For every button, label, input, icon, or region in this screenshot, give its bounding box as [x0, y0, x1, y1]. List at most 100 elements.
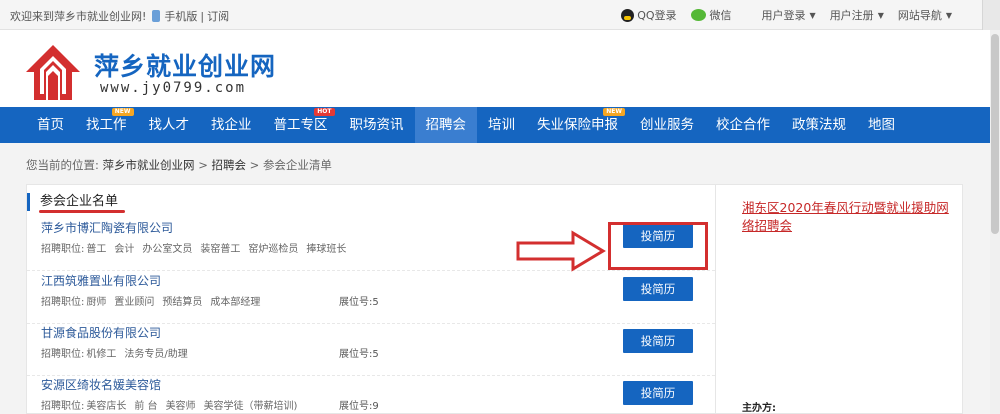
host-label: 主办方: — [742, 403, 776, 414]
positions-prefix: 招聘职位: — [41, 401, 85, 412]
nav-item-10[interactable]: 校企合作 — [705, 107, 781, 143]
nav-item-label: 培训 — [488, 117, 515, 133]
nav-item-3[interactable]: 找企业 — [200, 107, 263, 143]
job-position[interactable]: 法务专员/助理 — [124, 349, 187, 360]
nav-item-12[interactable]: 地图 — [857, 107, 906, 143]
nav-item-1[interactable]: 找工作 NEW — [75, 107, 138, 143]
scrollbar-thumb[interactable] — [991, 34, 999, 234]
nav-item-label: 找企业 — [211, 117, 252, 133]
job-position[interactable]: 置业顾问 — [114, 297, 154, 308]
user-register-label: 用户注册 — [829, 9, 874, 22]
positions-prefix: 招聘职位: — [41, 349, 85, 360]
user-register-dropdown[interactable]: 用户注册 ▼ — [830, 7, 884, 23]
job-position[interactable]: 美容师 — [166, 401, 196, 412]
job-position[interactable]: 办公室文员 — [142, 244, 192, 255]
nav-item-label: 创业服务 — [640, 117, 694, 133]
side-panel: 湘东区2020年春风行动暨就业援助网络招聘会 主办方: — [716, 184, 963, 414]
breadcrumb-prefix: 您当前的位置: — [26, 158, 99, 172]
main-nav: 首页 找工作 NEW 找人才 找企业 普工专区 HOT 职场资讯 招聘会 培训 失业保险申报 NEW 创… — [0, 107, 990, 143]
nav-item-label: 找工作 — [86, 117, 127, 133]
arrow-right-icon — [516, 230, 606, 272]
user-login-dropdown[interactable]: 用户登录 ▼ — [762, 7, 816, 23]
booth-number: 展位号:5 — [339, 297, 379, 308]
page-scrollbar[interactable] — [990, 30, 1000, 414]
top-bar-left: 欢迎来到萍乡市就业创业网! 手机版 | 订阅 — [10, 8, 229, 24]
submit-resume-button[interactable]: 投简历 — [623, 381, 693, 405]
job-positions: 招聘职位: 厨师 置业顾问 预结算员 成本部经理 — [41, 293, 268, 308]
booth-number: 展位号:9 — [339, 401, 379, 412]
job-position[interactable]: 成本部经理 — [210, 297, 260, 308]
breadcrumb-home[interactable]: 萍乡市就业创业网 — [103, 158, 195, 172]
highlight-box-annotation — [608, 222, 708, 270]
company-name-link[interactable]: 安源区绮妆名媛美容馆 — [41, 376, 161, 393]
nav-item-label: 首页 — [37, 117, 64, 133]
top-bar-right: QQ登录 微信 用户登录 ▼ 用户注册 ▼ 网站导航 ▼ — [621, 0, 1000, 30]
wechat-icon — [690, 9, 706, 21]
qq-icon — [621, 8, 635, 22]
job-position[interactable]: 美容学徒（带薪培训) — [204, 401, 298, 412]
job-positions: 招聘职位: 普工 会计 办公室文员 装窑普工 窑炉巡检员 捧球班长 — [41, 240, 354, 255]
scrollbar-top-stub — [982, 0, 1000, 30]
welcome-text: 欢迎来到萍乡市就业创业网! — [10, 10, 147, 23]
breadcrumb-jobfair[interactable]: 招聘会 — [211, 158, 246, 172]
nav-item-8[interactable]: 失业保险申报 NEW — [526, 107, 629, 143]
job-position[interactable]: 厨师 — [86, 297, 106, 308]
positions-prefix: 招聘职位: — [41, 297, 85, 308]
job-position[interactable]: 机修工 — [86, 349, 116, 360]
top-bar: 欢迎来到萍乡市就业创业网! 手机版 | 订阅 QQ登录 微信 用户登录 ▼ 用户… — [0, 0, 1000, 30]
nav-item-4[interactable]: 普工专区 HOT — [263, 107, 339, 143]
nav-item-5[interactable]: 职场资讯 — [339, 107, 415, 143]
site-name[interactable]: 萍乡就业创业网 — [94, 47, 276, 83]
qq-login-link[interactable]: QQ登录 — [621, 7, 677, 23]
company-row: 安源区绮妆名媛美容馆招聘职位: 美容店长前 台美容师 美容学徒（带薪培训) 展位号:9… — [27, 376, 715, 414]
nav-item-label: 找人才 — [148, 117, 190, 133]
job-position[interactable]: 美容店长 — [86, 401, 126, 412]
site-nav-label: 网站导航 — [897, 9, 942, 22]
nav-item-label: 政策法规 — [792, 117, 846, 133]
submit-resume-button[interactable]: 投简历 — [623, 277, 693, 301]
new-badge: NEW — [111, 108, 134, 116]
submit-resume-button[interactable]: 投简历 — [623, 329, 693, 353]
company-list-panel: 参会企业名单 萍乡市博汇陶瓷有限公司 招聘职位: 普工 会计 办公室文员 装窑普工 窑炉巡检… — [26, 184, 716, 414]
nav-item-label: 地图 — [868, 117, 895, 133]
mobile-link[interactable]: 手机版 — [164, 8, 197, 24]
job-position[interactable]: 窑炉巡检员 — [248, 244, 298, 255]
nav-item-2[interactable]: 找人才 — [138, 107, 201, 143]
hot-badge: HOT — [314, 108, 335, 116]
subscribe-link[interactable]: 订阅 — [207, 8, 229, 24]
company-name-link[interactable]: 江西筑雅置业有限公司 — [41, 272, 161, 289]
positions-prefix: 招聘职位: — [41, 244, 85, 255]
job-position[interactable]: 普工 — [86, 244, 106, 255]
wechat-link[interactable]: 微信 — [690, 7, 732, 23]
chevron-down-icon: ▼ — [945, 10, 952, 20]
job-position[interactable]: 前 台 — [134, 401, 157, 412]
job-position[interactable]: 捧球班长 — [306, 244, 346, 255]
site-logo-icon[interactable] — [22, 42, 84, 104]
nav-item-label: 招聘会 — [425, 117, 467, 133]
nav-item-7[interactable]: 培训 — [477, 107, 526, 143]
job-position[interactable]: 预结算员 — [162, 297, 202, 308]
nav-item-label: 普工专区 — [273, 117, 328, 133]
job-positions: 招聘职位: 美容店长前 台美容师 美容学徒（带薪培训) — [41, 397, 305, 412]
nav-item-9[interactable]: 创业服务 — [629, 107, 705, 143]
nav-item-0[interactable]: 首页 — [26, 107, 75, 143]
job-position[interactable]: 装窑普工 — [200, 244, 240, 255]
breadcrumb: 您当前的位置: 萍乡市就业创业网 > 招聘会 > 参会企业清单 — [26, 157, 332, 173]
jobfair-link[interactable]: 湘东区2020年春风行动暨就业援助网络招聘会 — [742, 199, 952, 235]
chevron-down-icon: ▼ — [877, 10, 884, 20]
nav-item-6[interactable]: 招聘会 — [414, 107, 477, 143]
new-badge: NEW — [603, 108, 625, 116]
nav-item-11[interactable]: 政策法规 — [781, 107, 857, 143]
booth-number: 展位号:5 — [339, 349, 379, 360]
site-header: 萍乡就业创业网 www.jy0799.com — [0, 30, 1000, 107]
site-nav-dropdown[interactable]: 网站导航 ▼ — [898, 7, 952, 23]
site-url: www.jy0799.com — [100, 80, 247, 96]
company-name-link[interactable]: 萍乡市博汇陶瓷有限公司 — [41, 219, 173, 236]
job-position[interactable]: 会计 — [114, 244, 134, 255]
section-title: 参会企业名单 — [27, 193, 118, 211]
breadcrumb-separator: > — [249, 158, 260, 172]
title-underline-annotation — [39, 210, 125, 213]
company-name-link[interactable]: 甘源食品股份有限公司 — [41, 324, 161, 341]
job-positions: 招聘职位: 机修工 法务专员/助理 — [41, 345, 196, 360]
wechat-label: 微信 — [709, 9, 732, 22]
